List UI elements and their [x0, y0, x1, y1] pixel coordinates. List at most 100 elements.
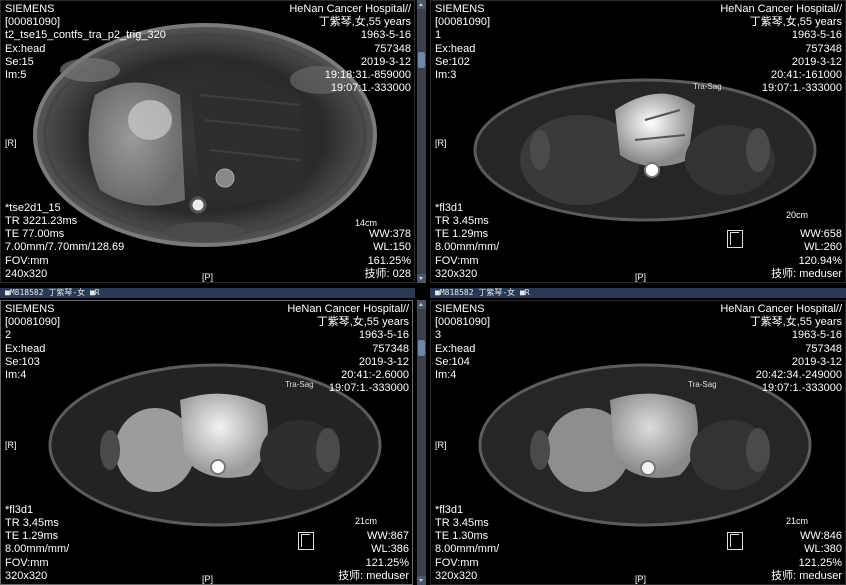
exam-label: Ex:head [435, 42, 476, 55]
overlay-top-left: SIEMENS [00081090] 2 Ex:head Se:103 Im:4 [5, 303, 60, 382]
patient-name-label: 丁紫琴,女,55 years [749, 316, 842, 329]
matrix-label: 240x320 [5, 267, 48, 280]
slice-thickness-label: 7.00mm/7.70mm/128.69 [5, 241, 125, 254]
row-title-right: ■M818582 丁紫琴-女 ■R [430, 288, 846, 298]
scroll-down-icon[interactable] [417, 274, 426, 283]
matrix-label: 320x320 [5, 569, 48, 582]
scroll-up-icon[interactable] [417, 300, 426, 309]
tr-label: TR 3221.23ms [5, 215, 78, 228]
viewport-4[interactable]: SIEMENS [00081090] 3 Ex:head Se:104 Im:4… [430, 300, 846, 585]
series-number: Se:102 [435, 55, 470, 68]
row-title-left: ■M818582 丁紫琴-女 ■R [0, 288, 415, 298]
orientation-tag: Tra-Sag [285, 380, 314, 389]
birth-date-label: 1963-5-16 [791, 29, 842, 42]
patient-number-label: 757348 [374, 42, 411, 55]
technician-label: 技师: meduser [771, 267, 842, 280]
birth-date-label: 1963-5-16 [360, 29, 411, 42]
patient-number-label: 757348 [372, 342, 409, 355]
overlay-top-left: SIEMENS [00081090] 1 Ex:head Se:102 Im:3 [435, 3, 490, 82]
matrix-label: 320x320 [435, 569, 478, 582]
window-level-label: WL:380 [804, 543, 842, 556]
viewport-1[interactable]: SIEMENS [00081090] t2_tse15_contfs_tra_p… [0, 0, 415, 283]
study-date-label: 2019-3-12 [791, 355, 842, 368]
orientation-marker-posterior: [P] [635, 272, 647, 282]
window-level-label: WL:386 [371, 543, 409, 556]
window-level-label: WL:150 [373, 241, 411, 254]
overlay-bottom-left: *fl3d1 TR 3.45ms TE 1.30ms 8.00mm/mm/ FO… [435, 504, 499, 583]
sequence-label: *tse2d1_15 [5, 201, 61, 214]
patient-name-label: 丁紫琴,女,55 years [316, 316, 409, 329]
orientation-marker-posterior: [P] [202, 574, 214, 584]
overlay-top-left: SIEMENS [00081090] 3 Ex:head Se:104 Im:4 [435, 303, 490, 382]
patient-number-label: 757348 [805, 42, 842, 55]
institution-label: HeNan Cancer Hospital// [720, 303, 842, 315]
overlay-bottom-right: WW:867 WL:386 121.25% 技师: meduser [338, 530, 409, 583]
scale-label: 14cm [354, 218, 377, 228]
scrollbar-top[interactable] [417, 0, 426, 283]
institution-label: HeNan Cancer Hospital// [289, 3, 411, 15]
window-width-label: WW:846 [800, 530, 842, 543]
orientation-tag: Tra-Sag [688, 380, 717, 389]
slice-thickness-label: 8.00mm/mm/ [5, 543, 70, 556]
series-number: Se:103 [5, 355, 40, 368]
scrollbar-bottom[interactable] [417, 300, 426, 585]
study-date-label: 2019-3-12 [358, 355, 409, 368]
slice-thickness-label: 8.00mm/mm/ [435, 543, 500, 556]
slice-thickness-label: 8.00mm/mm/ [435, 241, 500, 254]
scrollbar-thumb[interactable] [418, 340, 425, 356]
orientation-marker-right: [R] [435, 440, 447, 450]
birth-date-label: 1963-5-16 [358, 329, 409, 342]
overlay-top-right: HeNan Cancer Hospital// 丁紫琴,女,55 years 1… [720, 303, 842, 395]
overlay-bottom-left: *fl3d1 TR 3.45ms TE 1.29ms 8.00mm/mm/ FO… [435, 202, 499, 281]
scale-label: 21cm [785, 516, 808, 526]
overlay-bottom-left: *fl3d1 TR 3.45ms TE 1.29ms 8.00mm/mm/ FO… [5, 504, 69, 583]
series-description: 2 [5, 329, 12, 342]
patient-id-label: [00081090] [5, 16, 61, 29]
image-number: Im:4 [5, 368, 27, 381]
technician-label: 技师: meduser [771, 569, 842, 582]
manufacturer-label: SIEMENS [5, 3, 55, 15]
orientation-marker-right: [R] [435, 138, 447, 148]
zoom-label: 121.25% [365, 556, 409, 569]
tr-label: TR 3.45ms [435, 517, 489, 530]
zoom-label: 121.25% [798, 556, 842, 569]
study-time-label: 19:07:1.-333000 [330, 82, 411, 95]
scroll-up-icon[interactable] [417, 0, 426, 9]
fov-label: FOV:mm [5, 254, 49, 267]
scale-label: 21cm [354, 516, 377, 526]
patient-id-label: [00081090] [435, 316, 491, 329]
orientation-marker-posterior: [P] [635, 574, 647, 584]
institution-label: HeNan Cancer Hospital// [287, 303, 409, 315]
orientation-marker-right: [R] [5, 138, 17, 148]
orientation-f-icon [298, 532, 314, 550]
orientation-f-icon [727, 230, 743, 248]
manufacturer-label: SIEMENS [5, 303, 55, 315]
matrix-label: 320x320 [435, 267, 478, 280]
window-width-label: WW:867 [367, 530, 409, 543]
viewport-2[interactable]: SIEMENS [00081090] 1 Ex:head Se:102 Im:3… [430, 0, 846, 283]
overlay-top-right: HeNan Cancer Hospital// 丁紫琴,女,55 years 1… [720, 3, 842, 95]
row-title-text: ■M818582 丁紫琴-女 ■R [5, 288, 100, 297]
te-label: TE 1.29ms [435, 228, 489, 241]
series-description: t2_tse15_contfs_tra_p2_trig_320 [5, 29, 166, 42]
acquisition-time-label: 19:18:31.-859000 [324, 68, 411, 81]
window-width-label: WW:378 [369, 228, 411, 241]
study-time-label: 19:07:1.-333000 [761, 382, 842, 395]
image-number: Im:5 [5, 68, 27, 81]
sequence-label: *fl3d1 [435, 503, 464, 516]
viewport-3[interactable]: SIEMENS [00081090] 2 Ex:head Se:103 Im:4… [0, 300, 413, 585]
te-label: TE 1.30ms [435, 530, 489, 543]
zoom-label: 161.25% [367, 254, 411, 267]
fov-label: FOV:mm [435, 254, 479, 267]
overlay-top-left: SIEMENS [00081090] t2_tse15_contfs_tra_p… [5, 3, 166, 82]
scrollbar-thumb[interactable] [418, 52, 425, 68]
orientation-f-icon [727, 532, 743, 550]
manufacturer-label: SIEMENS [435, 303, 485, 315]
orientation-marker-right: [R] [5, 440, 17, 450]
institution-label: HeNan Cancer Hospital// [720, 3, 842, 15]
birth-date-label: 1963-5-16 [791, 329, 842, 342]
scroll-down-icon[interactable] [417, 576, 426, 585]
patient-name-label: 丁紫琴,女,55 years [749, 16, 842, 29]
technician-label: 技师: 028 [364, 267, 411, 280]
series-description: 1 [435, 29, 442, 42]
